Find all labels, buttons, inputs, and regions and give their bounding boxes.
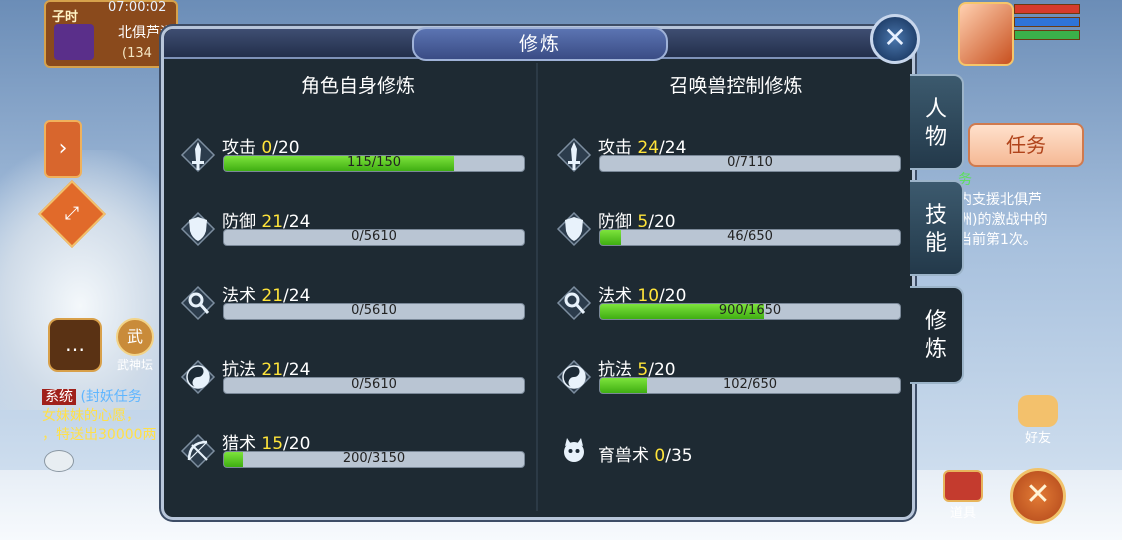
cultivation-dialog: 修炼 角色自身修炼 召唤兽控制修炼 攻击 0/20 115/150 防御 21/24… <box>161 26 915 520</box>
task-tracker-text: 务 内支援北俱芦 洲)的激战中的 当前第1次。 <box>958 170 1068 250</box>
progress-bar: 115/150 <box>223 155 525 172</box>
progress-text: 0/5610 <box>351 229 397 244</box>
chat-bubble-icon: … <box>65 332 85 356</box>
yinyang-icon <box>180 359 216 395</box>
cultivation-row[interactable]: 防御 21/24 0/5610 <box>180 207 525 257</box>
chat-button[interactable]: … <box>48 318 102 372</box>
cultivation-label: 育兽术 0/35 <box>598 441 693 466</box>
task-line: 当前第1次。 <box>958 232 1037 248</box>
cultivation-row[interactable]: 猎术 15/20 200/3150 <box>180 429 525 479</box>
task-line: 内支援北俱芦 <box>958 192 1042 208</box>
cultivation-row[interactable]: 防御 5/20 46/650 <box>556 207 901 257</box>
shield-icon <box>556 211 592 247</box>
progress-text: 900/1650 <box>718 303 782 318</box>
column-divider <box>536 63 538 511</box>
bow-icon <box>180 433 216 469</box>
bag-button[interactable]: 道具 <box>940 470 986 521</box>
progress-text: 0/5610 <box>351 377 397 392</box>
dialog-close-button[interactable]: ✕ <box>870 14 920 64</box>
expand-arrow-button[interactable]: › <box>44 120 82 178</box>
expand-icon: ⤢ <box>64 203 80 224</box>
progress-text: 0/5610 <box>351 303 397 318</box>
cultivation-row[interactable]: 抗法 5/20 102/650 <box>556 355 901 405</box>
emote-icon[interactable] <box>44 450 74 472</box>
friends-button[interactable]: 好友 <box>1010 395 1066 451</box>
sword-icon <box>556 137 592 173</box>
system-line: ，特送出30000两 <box>42 427 157 443</box>
progress-text: 102/650 <box>722 377 777 392</box>
progress-bar: 0/7110 <box>599 155 901 172</box>
clock: 07:00:02 <box>108 0 167 15</box>
progress-text: 0/7110 <box>727 155 773 170</box>
server-sub: (134 <box>122 46 152 61</box>
dialog-title: 修炼 <box>412 27 668 61</box>
mp-bar <box>1014 17 1080 27</box>
cultivation-level: 0 <box>654 446 666 466</box>
progress-text: 115/150 <box>346 155 401 170</box>
hp-bar <box>1014 4 1080 14</box>
system-line: 女妹妹的心愿， <box>42 408 140 424</box>
right-column-title: 召唤兽控制修炼 <box>669 75 803 97</box>
wushen-label: 武神坛 <box>116 358 153 372</box>
sword-icon <box>180 137 216 173</box>
magic-icon <box>180 285 216 321</box>
system-line: (封妖任务 <box>80 389 142 405</box>
friends-label: 好友 <box>1024 431 1051 446</box>
progress-bar: 46/650 <box>599 229 901 246</box>
exp-bar <box>1014 30 1080 40</box>
wushen-altar-button[interactable]: 武 武神坛 <box>108 318 162 373</box>
cultivation-name: 育兽术 <box>598 446 655 466</box>
wushen-icon: 武 <box>116 318 154 356</box>
task-line: 务 <box>958 172 972 188</box>
handshake-icon <box>1018 395 1058 427</box>
progress-text: 200/3150 <box>342 451 406 466</box>
cultivation-max: /35 <box>665 446 693 466</box>
tab-label-char: 炼 <box>924 337 947 362</box>
cultivation-row[interactable]: 攻击 0/20 115/150 <box>180 133 525 183</box>
hud-stat-bars <box>1014 4 1080 43</box>
cultivation-row[interactable]: 育兽术 0/35 <box>556 429 886 479</box>
progress-bar: 0/5610 <box>223 229 525 246</box>
tab-label-char: 技 <box>924 203 947 228</box>
progress-bar: 0/5610 <box>223 303 525 320</box>
chest-icon <box>943 470 983 502</box>
progress-text: 46/650 <box>727 229 773 244</box>
progress-bar: 900/1650 <box>599 303 901 320</box>
magic-icon <box>556 285 592 321</box>
tab-character[interactable]: 人物 <box>910 74 964 170</box>
bag-label: 道具 <box>949 506 976 521</box>
map-avatar <box>54 24 94 60</box>
shield-icon <box>180 211 216 247</box>
task-line: 洲)的激战中的 <box>958 212 1048 228</box>
system-tag: 系统 <box>42 389 76 405</box>
character-avatar[interactable] <box>958 2 1014 66</box>
cultivation-row[interactable]: 攻击 24/24 0/7110 <box>556 133 901 183</box>
tab-label-char: 物 <box>924 125 947 150</box>
tab-skills[interactable]: 技能 <box>910 180 964 276</box>
progress-bar: 200/3150 <box>223 451 525 468</box>
tab-cultivation[interactable]: 修炼 <box>910 286 964 384</box>
progress-bar: 0/5610 <box>223 377 525 394</box>
tab-label-char: 人 <box>924 97 947 122</box>
hud-close-button[interactable]: ✕ <box>1010 468 1066 524</box>
system-message: 系统 (封妖任务 女妹妹的心愿， ，特送出30000两 <box>42 388 172 445</box>
left-column-title: 角色自身修炼 <box>300 75 415 97</box>
progress-bar: 102/650 <box>599 377 901 394</box>
yinyang-icon <box>556 359 592 395</box>
cultivation-row[interactable]: 法术 10/20 900/1650 <box>556 281 901 331</box>
time-period: 子时 <box>52 10 79 25</box>
tab-label-char: 能 <box>924 231 947 256</box>
tab-label-char: 修 <box>924 309 947 334</box>
task-button[interactable]: 任务 <box>968 123 1084 167</box>
cultivation-row[interactable]: 抗法 21/24 0/5610 <box>180 355 525 405</box>
pet-icon <box>556 433 592 469</box>
cultivation-row[interactable]: 法术 21/24 0/5610 <box>180 281 525 331</box>
